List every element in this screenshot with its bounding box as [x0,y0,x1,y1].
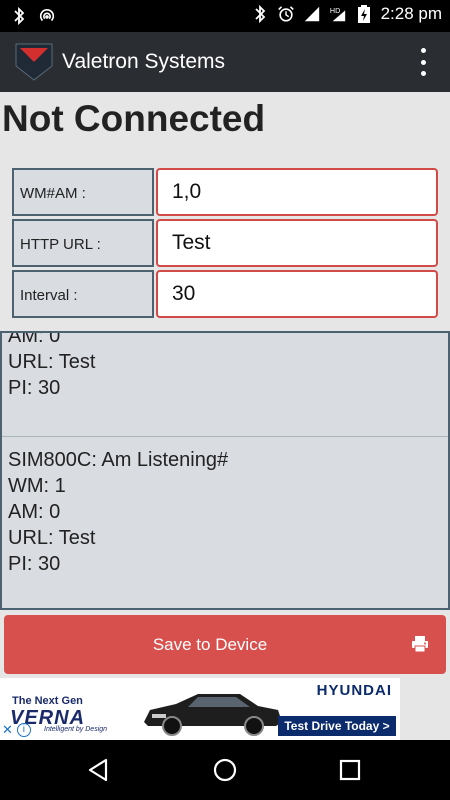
bluetooth-icon [254,4,265,24]
field-label-interval: Interval : [20,287,78,304]
ad-cta-button[interactable]: Test Drive Today > [278,716,396,736]
status-bar: HD 2:28 pm [0,0,450,32]
log-entry: AM: 0 URL: Test PI: 30 [2,331,448,401]
field-label-wm-am: WM#AM : [20,185,86,202]
hotspot-icon [39,9,55,22]
field-label-http-url: HTTP URL : [20,236,101,253]
ad-brand: HYUNDAI [316,682,392,699]
connection-status: Not Connected [2,98,266,139]
ad-banner[interactable]: The Next Gen VERNA Intelligent by Design… [0,678,400,740]
ad-close-icon[interactable]: ✕ [2,722,13,738]
form-row-wm-am: WM#AM : [12,168,438,216]
log-line: URL: Test [8,527,96,549]
log-line: PI: 30 [8,377,61,399]
navigation-bar [0,740,450,800]
back-icon[interactable] [84,755,114,785]
app-bar: Valetron Systems [0,32,450,92]
valetron-logo-icon [15,43,53,81]
clock: 2:28 pm [380,4,442,23]
save-button-label: Save to Device [152,635,268,654]
field-label-box: WM#AM : [12,168,154,216]
log-line: SIM800C: Am Listening# [8,449,229,471]
overflow-menu-icon[interactable] [418,48,428,76]
ad-subtagline: Intelligent by Design [44,726,108,733]
device-log[interactable]: AM: 0 URL: Test PI: 30 SIM800C: Am Liste… [0,331,450,610]
status-bar-right: HD 2:28 pm [251,4,442,24]
car-image [144,694,282,736]
recents-icon[interactable] [335,755,365,785]
ad-tagline: The Next Gen [12,695,83,707]
log-entry: SIM800C: Am Listening# WM: 1 AM: 0 URL: … [2,447,448,577]
battery-charging-icon [357,5,370,23]
alarm-icon [277,6,294,22]
ad-info-icon[interactable]: i [16,723,31,737]
hd-icon: HD [329,6,345,22]
svg-text:HD: HD [329,6,339,15]
field-label-box: Interval : [12,270,154,318]
home-icon[interactable] [210,755,240,785]
log-line: PI: 30 [8,553,61,575]
save-to-device-button[interactable]: Save to Device [4,615,446,674]
interval-input[interactable] [156,270,438,318]
form-row-interval: Interval : [12,270,438,318]
ad-choices-icon[interactable]: ✕ i [2,722,31,738]
bluetooth-icon [14,6,25,26]
field-label-box: HTTP URL : [12,219,154,267]
log-divider [2,436,448,437]
log-line: AM: 0 [8,501,61,523]
wm-am-input[interactable] [156,168,438,216]
app-title: Valetron Systems [62,50,226,73]
form-row-http-url: HTTP URL : [12,219,438,267]
log-line: URL: Test [8,351,96,373]
status-bar-left [10,6,56,26]
http-url-input[interactable] [156,219,438,267]
signal-icon [304,6,319,22]
log-line: WM: 1 [8,475,66,497]
printer-icon [412,636,428,653]
log-line: AM: 0 [8,331,61,347]
